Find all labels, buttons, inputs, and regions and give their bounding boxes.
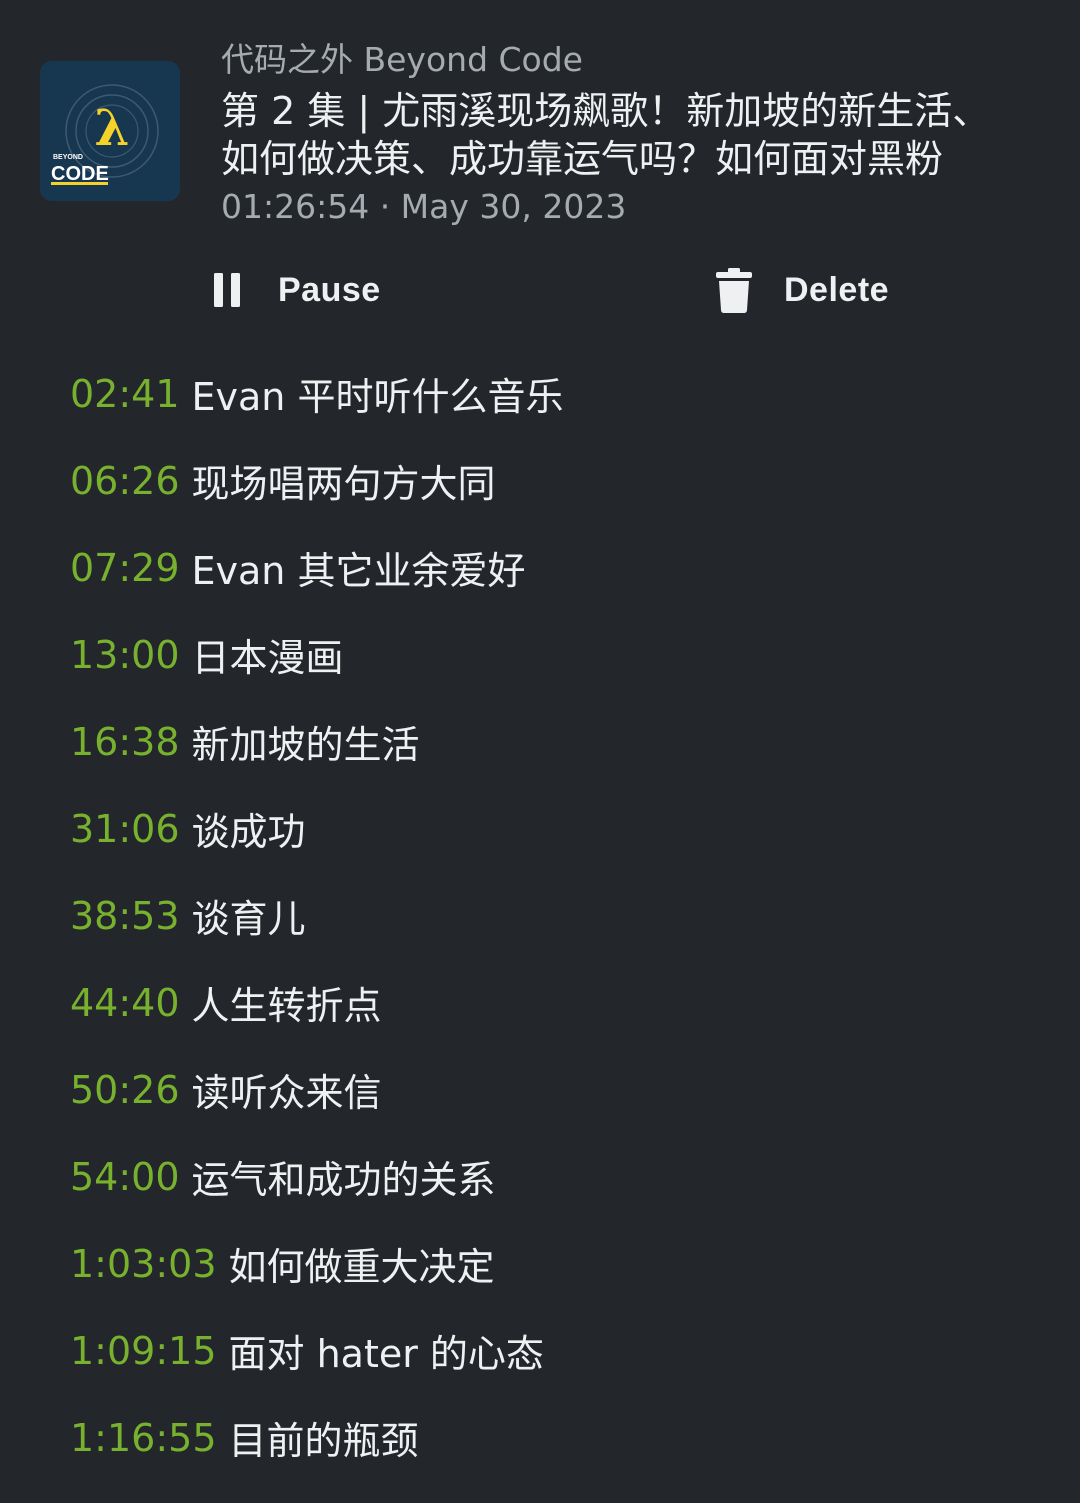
chapter-title: 目前的瓶颈: [228, 1419, 419, 1463]
chapter-timestamp[interactable]: 54:00: [70, 1155, 180, 1199]
chapter-title: 谈育儿: [191, 897, 306, 941]
lambda-logo-icon: λ BEYOND CODE: [40, 61, 180, 201]
svg-text:BEYOND: BEYOND: [53, 154, 83, 161]
chapter-title: 新加坡的生活: [191, 723, 420, 767]
delete-button[interactable]: Delete: [712, 250, 889, 330]
chapter-item[interactable]: 1:09:15 面对 hater 的心态: [70, 1307, 1060, 1394]
chapter-title: Evan 其它业余爱好: [191, 549, 526, 593]
pause-label: Pause: [278, 270, 381, 309]
chapter-timestamp[interactable]: 1:16:55: [70, 1416, 217, 1460]
podcast-artwork[interactable]: λ BEYOND CODE: [40, 61, 180, 201]
chapter-item[interactable]: 16:38 新加坡的生活: [70, 698, 1060, 785]
chapter-title: 谈成功: [191, 810, 306, 854]
chapter-item[interactable]: 38:53 谈育儿: [70, 872, 1060, 959]
trash-icon: [712, 266, 756, 314]
pause-button[interactable]: Pause: [206, 250, 381, 330]
chapter-item[interactable]: 54:00 运气和成功的关系: [70, 1133, 1060, 1220]
chapter-timestamp[interactable]: 38:53: [70, 894, 180, 938]
chapter-timestamp[interactable]: 1:03:03: [70, 1242, 217, 1286]
chapter-title: 日本漫画: [191, 636, 344, 680]
svg-text:λ: λ: [94, 98, 129, 157]
chapter-item[interactable]: 1:16:55 目前的瓶颈: [70, 1394, 1060, 1481]
chapter-item[interactable]: 13:00 日本漫画: [70, 611, 1060, 698]
chapter-title: 面对 hater 的心态: [228, 1332, 544, 1376]
chapter-item[interactable]: 06:26 现场唱两句方大同: [70, 437, 1060, 524]
chapter-item[interactable]: 50:26 读听众来信: [70, 1046, 1060, 1133]
chapter-timestamp[interactable]: 31:06: [70, 807, 180, 851]
delete-label: Delete: [784, 270, 890, 309]
chapter-list: 02:41 Evan 平时听什么音乐 06:26 现场唱两句方大同 07:29 …: [70, 350, 1060, 1481]
episode-title: 第 2 集 | 尤雨溪现场飙歌！新加坡的新生活、如何做决策、成功靠运气吗？如何面…: [221, 89, 991, 181]
chapter-timestamp[interactable]: 13:00: [70, 633, 180, 677]
podcast-name[interactable]: 代码之外 Beyond Code: [221, 38, 583, 82]
chapter-timestamp[interactable]: 07:29: [70, 546, 180, 590]
episode-header: λ BEYOND CODE 代码之外 Beyond Code 第 2 集 | 尤…: [0, 0, 1080, 240]
pause-icon: [206, 266, 250, 314]
chapter-item[interactable]: 02:41 Evan 平时听什么音乐: [70, 350, 1060, 437]
chapter-item[interactable]: 1:03:03 如何做重大决定: [70, 1220, 1060, 1307]
chapter-title: 运气和成功的关系: [191, 1158, 496, 1202]
chapter-timestamp[interactable]: 50:26: [70, 1068, 180, 1112]
chapter-timestamp[interactable]: 44:40: [70, 981, 180, 1025]
chapter-timestamp[interactable]: 02:41: [70, 372, 180, 416]
chapter-title: 人生转折点: [191, 984, 382, 1028]
chapter-timestamp[interactable]: 06:26: [70, 459, 180, 503]
chapter-timestamp[interactable]: 1:09:15: [70, 1329, 217, 1373]
chapter-item[interactable]: 07:29 Evan 其它业余爱好: [70, 524, 1060, 611]
chapter-timestamp[interactable]: 16:38: [70, 720, 180, 764]
chapter-item[interactable]: 31:06 谈成功: [70, 785, 1060, 872]
chapter-title: 现场唱两句方大同: [191, 462, 496, 506]
episode-actions: Pause Delete: [0, 250, 1080, 330]
chapter-title: Evan 平时听什么音乐: [191, 375, 564, 419]
chapter-title: 读听众来信: [191, 1071, 382, 1115]
episode-meta: 01:26:54 · May 30, 2023: [221, 187, 627, 226]
chapter-item[interactable]: 44:40 人生转折点: [70, 959, 1060, 1046]
chapter-title: 如何做重大决定: [228, 1245, 495, 1289]
svg-text:CODE: CODE: [51, 163, 109, 185]
